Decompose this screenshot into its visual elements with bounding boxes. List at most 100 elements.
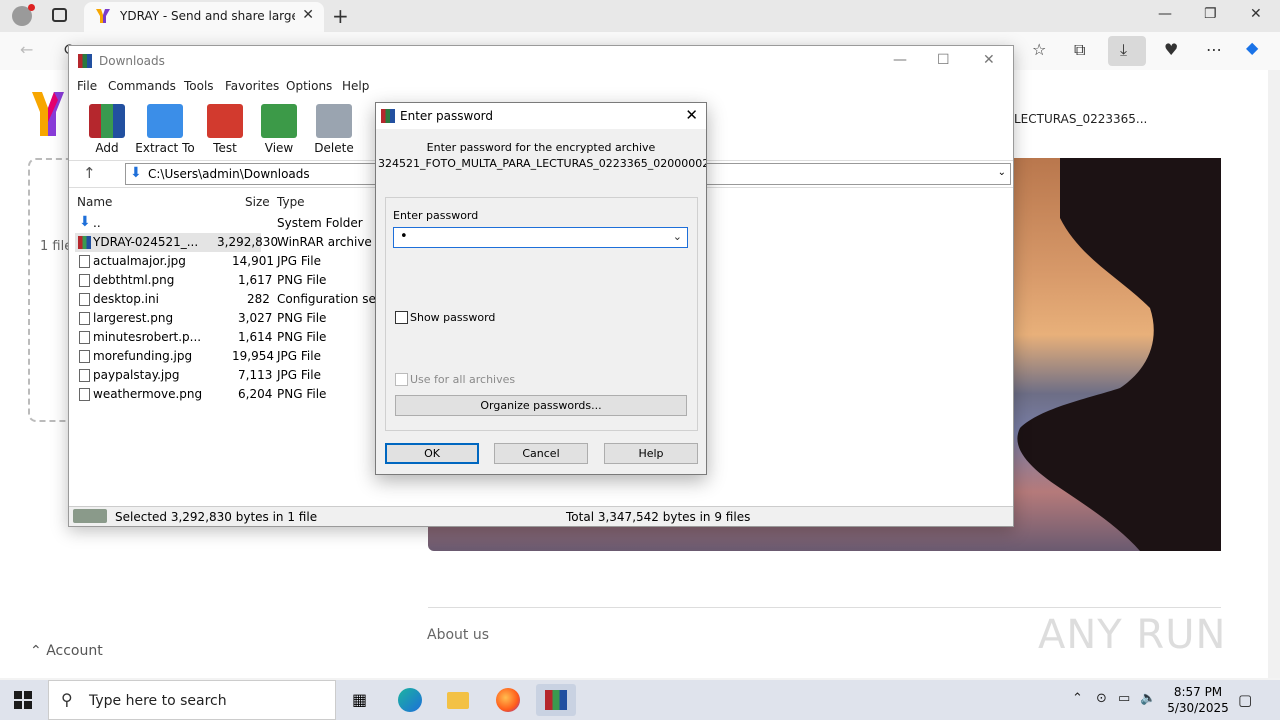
file-type: PNG File: [277, 387, 327, 401]
add-button[interactable]: Add: [75, 104, 139, 155]
tab-close-icon[interactable]: ✕: [302, 7, 314, 23]
file-type: JPG File: [277, 368, 321, 382]
winrar-minimize-button[interactable]: —: [893, 52, 907, 68]
tab-actions-icon[interactable]: [52, 8, 67, 22]
search-placeholder: Type here to search: [89, 693, 227, 709]
show-password-checkbox[interactable]: [395, 311, 408, 324]
network-icon[interactable]: ▭: [1118, 691, 1130, 706]
file-type: System Folder: [277, 216, 363, 230]
explorer-taskbar-button[interactable]: [438, 684, 478, 716]
menu-tools[interactable]: Tools: [184, 79, 214, 93]
winrar-taskbar-button[interactable]: [536, 684, 576, 716]
winrar-maximize-button[interactable]: ☐: [937, 52, 950, 68]
favorites-icon[interactable]: ☆: [1032, 40, 1046, 59]
menu-help[interactable]: Help: [342, 79, 369, 93]
menu-favorites[interactable]: Favorites: [225, 79, 279, 93]
taskbar-search[interactable]: ⚲ Type here to search: [48, 680, 336, 720]
image-file-icon: [79, 312, 90, 325]
edge-taskbar-button[interactable]: [390, 684, 430, 716]
delete-button[interactable]: Delete: [302, 104, 366, 155]
file-size: 7,113: [238, 368, 273, 382]
cancel-button[interactable]: Cancel: [494, 443, 588, 464]
winrar-titlebar: Downloads — ☐ ✕: [69, 46, 1013, 76]
winrar-close-button[interactable]: ✕: [983, 52, 995, 68]
rar-file-icon: [78, 236, 91, 249]
parent-folder-icon: ⬇: [79, 214, 91, 230]
start-button[interactable]: [14, 691, 32, 709]
file-row[interactable]: minutesrobert.p... 1,614 PNG File: [75, 328, 375, 347]
minimize-button[interactable]: —: [1158, 6, 1172, 22]
menu-file[interactable]: File: [77, 79, 97, 93]
image-file-icon: [79, 331, 90, 344]
firefox-taskbar-button[interactable]: [488, 684, 528, 716]
image-file-icon: [79, 369, 90, 382]
task-view-icon: ▦: [352, 690, 368, 709]
column-name[interactable]: Name: [77, 195, 112, 209]
clock-time: 8:57 PM: [1173, 685, 1223, 699]
path-dropdown-icon[interactable]: ⌄: [998, 167, 1006, 178]
back-icon[interactable]: ←: [20, 40, 33, 59]
more-icon[interactable]: ⋯: [1206, 40, 1222, 59]
ydray-logo: [32, 92, 64, 136]
tray-device-icon[interactable]: ⊙: [1096, 691, 1107, 706]
file-size: 3,027: [238, 311, 273, 325]
file-type: JPG File: [277, 254, 321, 268]
file-row[interactable]: weathermove.png 6,204 PNG File: [75, 385, 375, 404]
dialog-winrar-icon: [381, 109, 395, 123]
download-icon[interactable]: ⤓: [1120, 40, 1127, 60]
password-input[interactable]: • ⌄: [393, 227, 688, 248]
extract-to-button[interactable]: Extract To: [133, 104, 197, 155]
view-book-icon: [261, 104, 297, 138]
column-size[interactable]: Size: [245, 195, 270, 209]
organize-passwords-button[interactable]: Organize passwords...: [395, 395, 687, 416]
file-row[interactable]: ⬇ .. System Folder: [75, 214, 375, 233]
file-size: 282: [247, 292, 270, 306]
file-row[interactable]: desktop.ini 282 Configuration setti: [75, 290, 377, 309]
file-size: 1,617: [238, 273, 273, 287]
close-button[interactable]: ✕: [1250, 6, 1262, 22]
file-row[interactable]: morefunding.jpg 19,954 JPG File: [75, 347, 375, 366]
winrar-statusbar: Selected 3,292,830 bytes in 1 file Total…: [69, 506, 1013, 526]
file-size: 3,292,830: [217, 235, 279, 249]
file-row[interactable]: largerest.png 3,027 PNG File: [75, 309, 375, 328]
performance-icon[interactable]: ♥: [1164, 40, 1178, 59]
chevron-down-icon[interactable]: ⌄: [673, 230, 682, 243]
column-type[interactable]: Type: [277, 195, 305, 209]
file-row[interactable]: YDRAY-024521_... 3,292,830 WinRAR archiv…: [75, 233, 375, 252]
account-label: Account: [46, 643, 103, 659]
file-row[interactable]: actualmajor.jpg 14,901 JPG File: [75, 252, 375, 271]
page-scrollbar[interactable]: [1268, 70, 1280, 678]
dialog-close-button[interactable]: ✕: [685, 106, 698, 124]
task-view-button[interactable]: ▦: [340, 684, 380, 716]
firefox-icon: [496, 688, 520, 712]
about-link[interactable]: About us: [427, 627, 489, 643]
copilot-icon[interactable]: ◆: [1246, 38, 1258, 57]
new-tab-button[interactable]: +: [332, 4, 349, 28]
use-for-all-checkbox[interactable]: [395, 373, 408, 386]
notifications-icon[interactable]: ▢: [1238, 691, 1252, 709]
password-label: Enter password: [393, 209, 479, 222]
restore-button[interactable]: ❐: [1204, 6, 1217, 22]
image-file-icon: [79, 255, 90, 268]
help-button[interactable]: Help: [604, 443, 698, 464]
menu-options[interactable]: Options: [286, 79, 332, 93]
tray-chevron-icon[interactable]: ⌃: [1072, 691, 1083, 706]
file-row[interactable]: debthtml.png 1,617 PNG File: [75, 271, 375, 290]
use-for-all-label: Use for all archives: [410, 373, 516, 386]
clock[interactable]: 8:57 PM 5/30/2025: [1160, 684, 1236, 716]
delete-label: Delete: [314, 141, 354, 155]
ok-button[interactable]: OK: [385, 443, 479, 464]
winrar-title: Downloads: [99, 54, 165, 68]
browser-tab[interactable]: YDRAY - Send and share large an ✕: [84, 2, 324, 32]
file-row[interactable]: paypalstay.jpg 7,113 JPG File: [75, 366, 375, 385]
account-link[interactable]: ⌃ Account: [30, 643, 103, 659]
volume-icon[interactable]: 🔈: [1140, 691, 1156, 706]
menu-commands[interactable]: Commands: [108, 79, 176, 93]
file-name: paypalstay.jpg: [93, 368, 180, 382]
file-name: YDRAY-024521_...: [93, 235, 199, 249]
taskbar: ⚲ Type here to search ▦ ⌃ ⊙ ▭ 🔈 8:57 PM …: [0, 680, 1280, 720]
up-folder-icon[interactable]: ↑: [83, 164, 96, 182]
file-name: debthtml.png: [93, 273, 175, 287]
collections-icon[interactable]: ⧉: [1074, 40, 1085, 60]
edge-icon: [398, 688, 422, 712]
